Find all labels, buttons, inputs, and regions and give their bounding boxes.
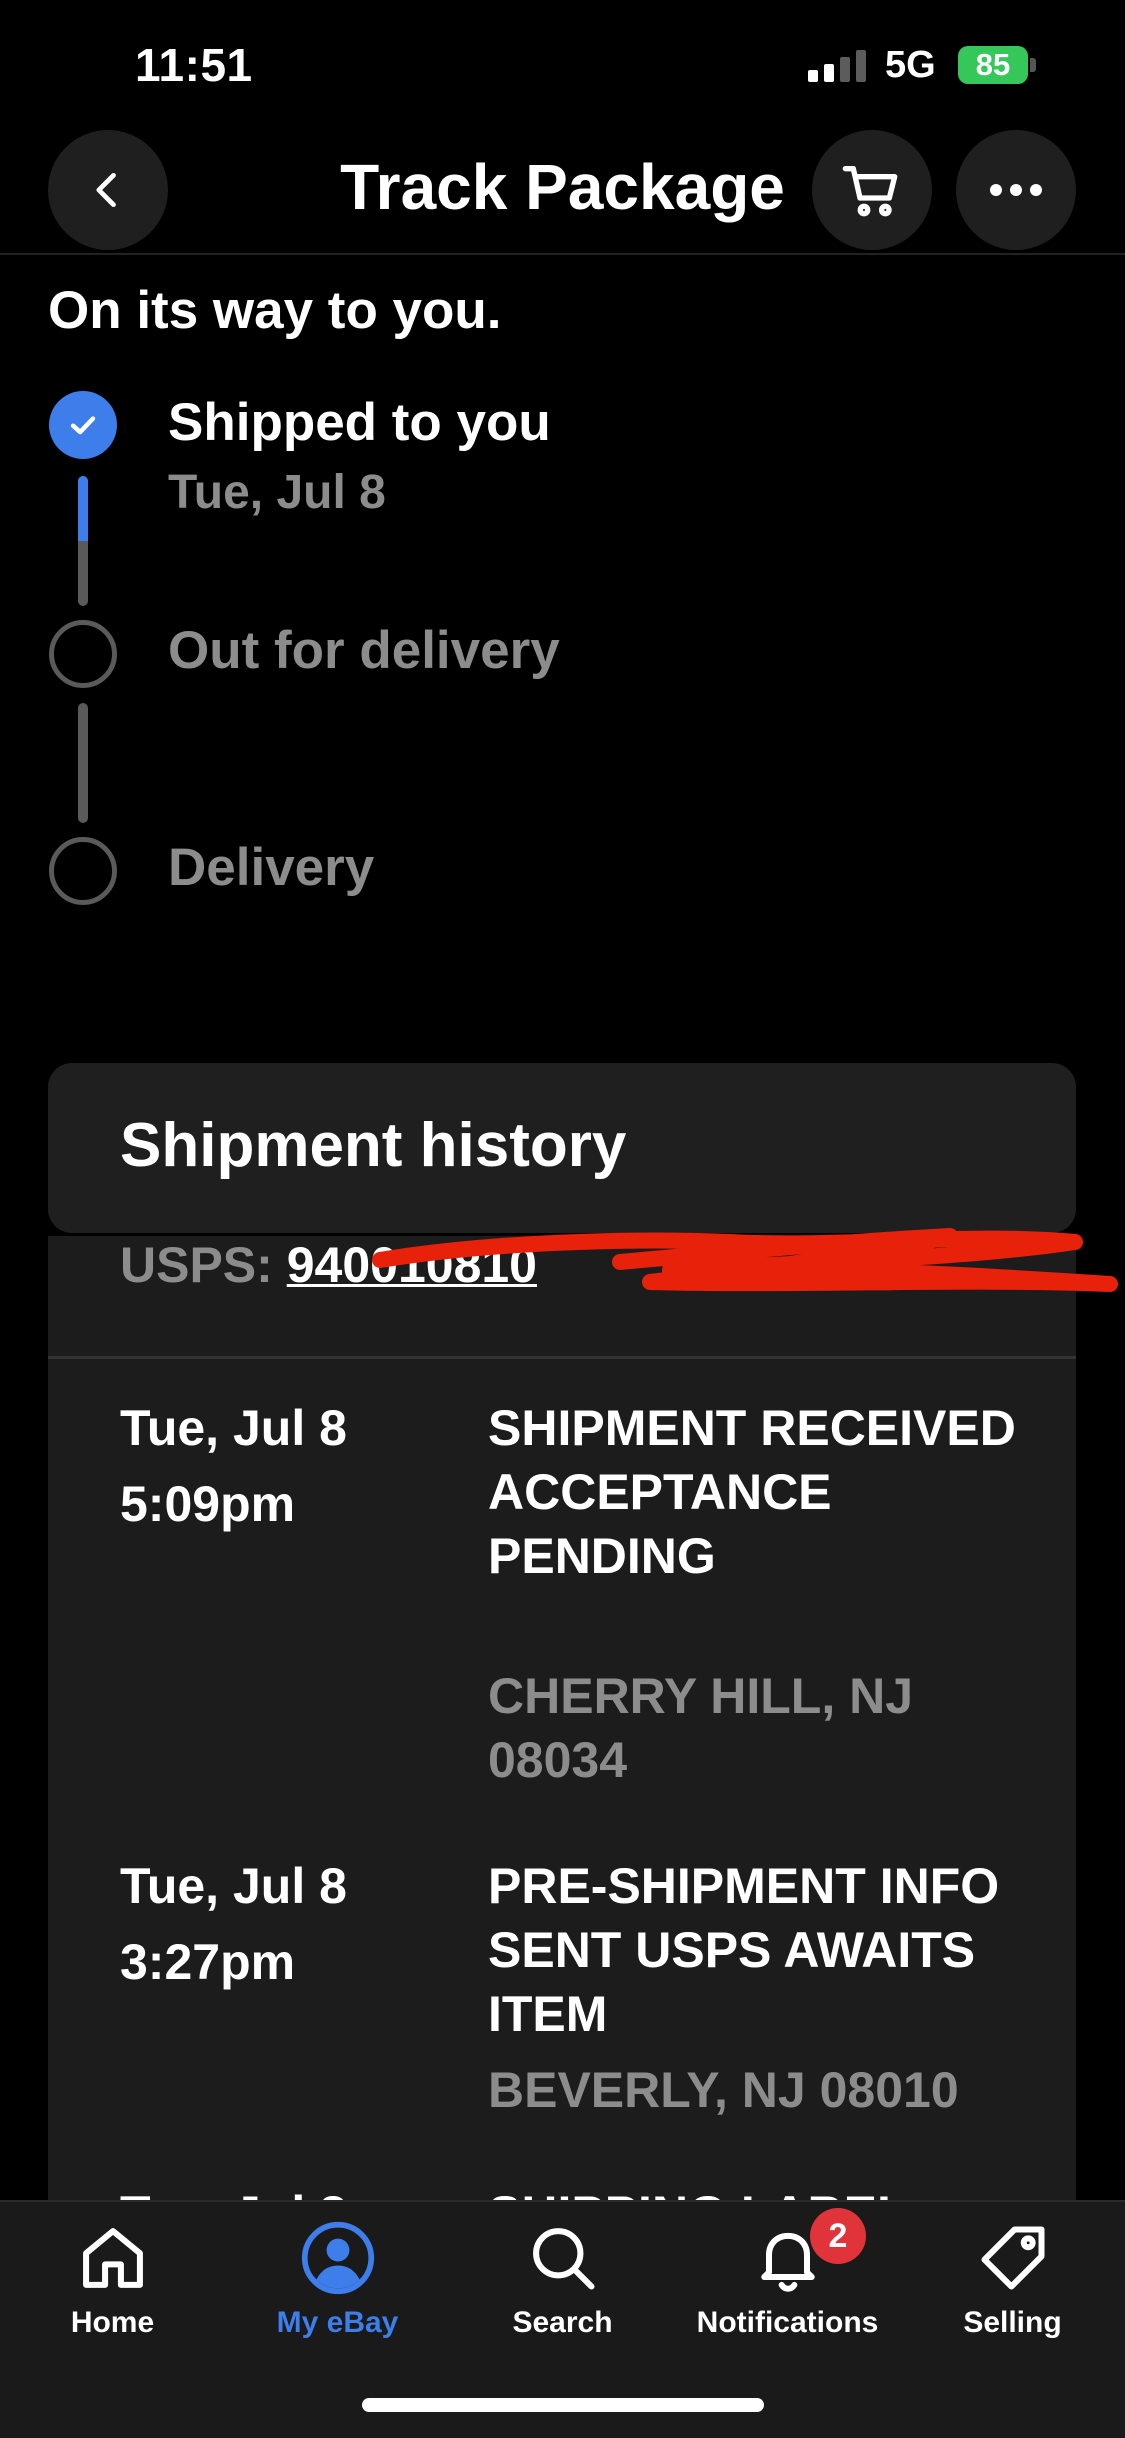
event-time: 5:09pm: [120, 1476, 296, 1532]
nav-my-ebay[interactable]: My eBay: [225, 2220, 450, 2340]
step-shipped-indicator: [49, 391, 117, 459]
nav-selling-label: Selling: [963, 2306, 1062, 2339]
cart-icon: [842, 166, 898, 217]
history-divider: [48, 1356, 1076, 1359]
step-out-for-delivery-label: Out for delivery: [168, 621, 560, 680]
event-location: CHERRY HILL, NJ 08034: [488, 1668, 914, 1788]
event-datetime: Tue, Jul 8 5:09pm: [120, 1390, 347, 1542]
step-delivery-indicator: [49, 837, 117, 905]
delivery-status-headline: On its way to you.: [48, 281, 502, 340]
search-icon: [532, 2228, 595, 2290]
nav-my-ebay-label: My eBay: [276, 2306, 399, 2339]
nav-home-label: Home: [70, 2306, 155, 2339]
nav-search-label: Search: [512, 2306, 613, 2339]
nav-home[interactable]: Home: [0, 2220, 225, 2340]
home-icon: [82, 2228, 143, 2288]
shipment-history-title: Shipment history: [120, 1111, 627, 1180]
carrier-label: USPS:: [120, 1237, 273, 1293]
status-bar-time: 11:51: [135, 39, 253, 91]
tag-icon: [980, 2226, 1045, 2290]
event-status: SHIPMENT RECEIVED ACCEPTANCE PENDING: [488, 1400, 1016, 1584]
event-time: 3:27pm: [120, 1934, 296, 1990]
battery-indicator: 85: [958, 46, 1028, 84]
nav-notifications[interactable]: Notifications: [675, 2220, 900, 2340]
nav-notifications-label: Notifications: [696, 2306, 879, 2339]
nav-search[interactable]: Search: [450, 2220, 675, 2340]
signal-strength-icon: [808, 50, 866, 82]
step-shipped-date: Tue, Jul 8: [168, 466, 386, 519]
progress-connector: [78, 476, 88, 606]
nav-selling[interactable]: Selling: [900, 2220, 1125, 2340]
step-shipped-label: Shipped to you: [168, 393, 551, 452]
ellipsis-icon: [990, 184, 1042, 196]
event-date: Tue, Jul 8: [120, 1858, 347, 1914]
user-icon: [301, 2221, 374, 2295]
event-date: Tue, Jul 8: [120, 1400, 347, 1456]
event-location: BEVERLY, NJ 08010: [488, 2062, 959, 2118]
notification-count-badge: 2: [810, 2208, 866, 2264]
event-datetime: Tue, Jul 8 3:27pm: [120, 1848, 347, 2000]
header-divider: [0, 253, 1125, 255]
step-out-for-delivery-indicator: [49, 620, 117, 688]
event-status: PRE-SHIPMENT INFO SENT USPS AWAITS ITEM: [488, 1858, 1000, 2042]
progress-connector: [78, 703, 88, 823]
cart-button[interactable]: [812, 130, 932, 250]
home-indicator[interactable]: [362, 2398, 764, 2412]
redaction-scribble: [372, 1228, 1118, 1292]
network-type: 5G: [885, 44, 936, 86]
more-options-button[interactable]: [956, 130, 1076, 250]
step-delivery-label: Delivery: [168, 838, 375, 897]
battery-tip: [1030, 58, 1036, 72]
checkmark-icon: [70, 416, 96, 435]
